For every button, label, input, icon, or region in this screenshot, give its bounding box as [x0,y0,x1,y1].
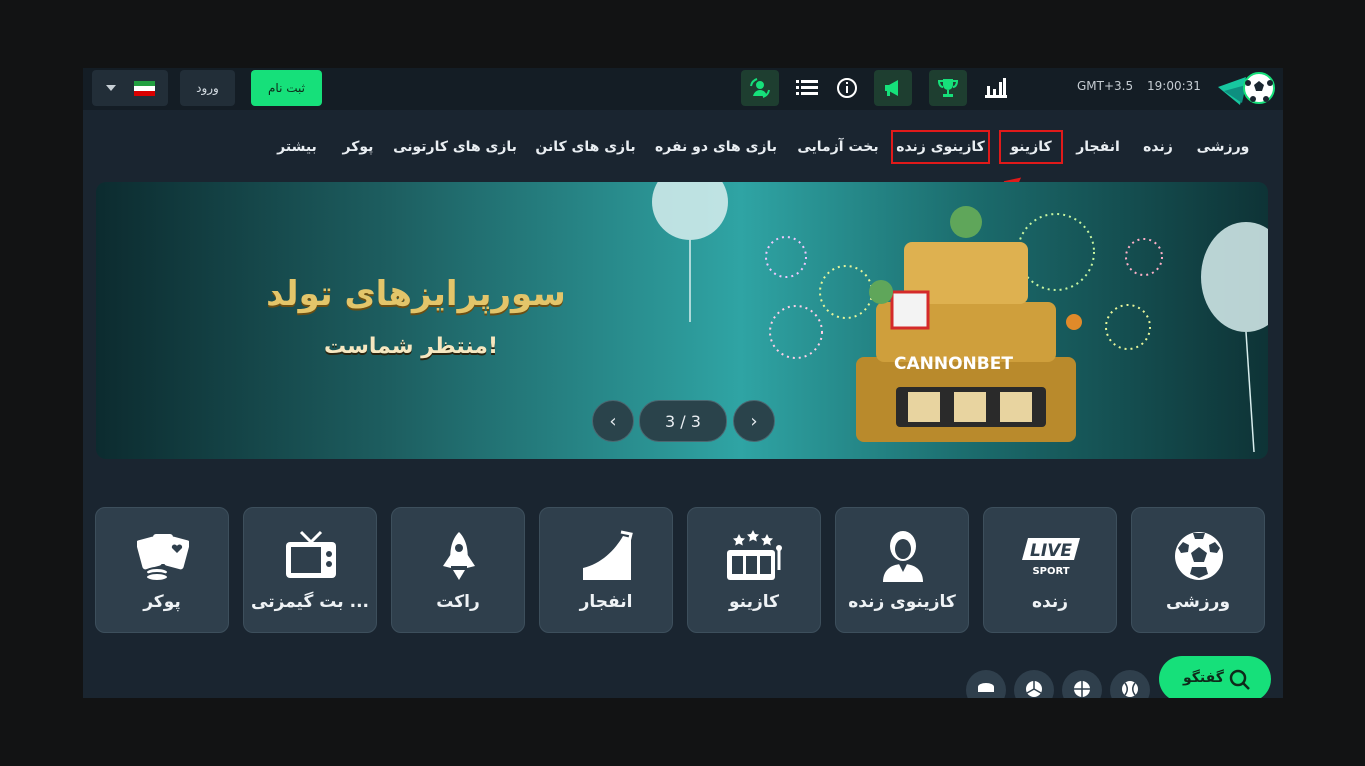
nav-item-cannon-games[interactable]: بازی های کانن [533,132,638,162]
tournaments-button[interactable] [929,70,967,106]
bar-chart-icon [985,78,1007,98]
app-window: ورود ثبت نام GMT+3.5 19:00:31 ورزشی زنده… [83,68,1283,698]
soccer-ball-icon [1175,532,1223,580]
category-rocket[interactable]: راکت [391,507,525,633]
megaphone-icon [885,80,898,96]
sport-shortcut-ice-hockey[interactable] [966,670,1006,698]
caret-down-icon [106,85,116,91]
banner-prev-button[interactable]: ‹ [592,400,634,442]
tv-icon [286,530,336,578]
category-label: بت گیمزتی ... [251,592,369,612]
trophy-icon [937,79,959,97]
category-poker[interactable]: پوکر [95,507,229,633]
category-label: زنده [1031,592,1069,612]
search-icon [1229,669,1250,690]
banner-subtitle: منتظر شماست! [324,334,498,359]
top-bar: ورود ثبت نام GMT+3.5 19:00:31 [83,68,1283,110]
list-icon [796,80,818,95]
site-logo[interactable] [1216,69,1278,109]
brand-logo: CANNONBET [894,354,1013,374]
banner-counter: 3 / 3 [639,400,727,442]
chat-button[interactable]: گفتگو [1159,656,1271,698]
live-sport-icon: LIVE SPORT [1022,538,1080,577]
basketball-icon [1074,681,1090,697]
puck-icon [978,683,994,692]
banner-title: سورپرایزهای تولد [266,274,566,314]
slot-machine-icon [727,530,782,580]
category-label: کازینوی زنده [848,592,956,612]
login-button[interactable]: ورود [180,70,235,106]
nav-item-two-player[interactable]: بازی های دو نفره [655,132,777,162]
iran-flag-icon [134,81,155,96]
category-live[interactable]: LIVE SPORT زنده [983,507,1117,633]
language-selector[interactable] [92,70,168,106]
nav-item-casino[interactable]: کازینو [999,130,1063,164]
category-label: راکت [436,592,480,612]
banner-next-button[interactable]: › [733,400,775,442]
chevron-right-icon: › [750,410,758,432]
clock: 19:00:31 [1147,79,1201,93]
category-crash[interactable]: انفجار [539,507,673,633]
volleyball-icon [1026,681,1042,697]
category-betgames-tv[interactable]: بت گیمزتی ... [243,507,377,633]
promotions-button[interactable] [874,70,912,106]
nav-item-lottery[interactable]: بخت آزمایی [793,132,883,162]
category-casino[interactable]: کازینو [687,507,821,633]
sport-shortcut-volleyball[interactable] [1014,670,1054,698]
chat-label: گفتگو [1183,670,1224,686]
nav-item-crash[interactable]: انفجار [1068,132,1128,162]
category-sports[interactable]: ورزشی [1131,507,1265,633]
nav-item-more[interactable]: بیشتر [272,132,322,162]
user-sync-icon [750,78,770,98]
chevron-left-icon: ‹ [609,410,617,432]
timezone-label: GMT+3.5 [1077,79,1134,93]
nav-item-cartoon-games[interactable]: بازی های کارتونی [393,132,517,162]
category-live-casino[interactable]: کازینوی زنده [835,507,969,633]
category-label: ورزشی [1165,592,1231,612]
register-button[interactable]: ثبت نام [251,70,322,106]
rocket-icon [443,532,475,580]
nav-item-poker[interactable]: پوکر [338,132,378,162]
nav-item-live[interactable]: زنده [1138,132,1178,162]
crash-graph-icon [583,530,633,580]
baseball-icon [1122,681,1138,697]
sport-text: SPORT [1032,566,1069,577]
info-button[interactable] [828,70,866,106]
dealer-icon [883,531,923,582]
live-text: LIVE [1030,541,1072,561]
menu-button[interactable] [788,70,826,106]
nav-item-sports[interactable]: ورزشی [1193,132,1253,162]
promo-banner[interactable]: سورپرایزهای تولد منتظر شماست! CANNONBET … [96,182,1268,459]
category-label: پوکر [143,592,181,612]
category-label: انفجار [579,592,633,612]
nav-item-live-casino[interactable]: کازینوی زنده [891,130,990,164]
poker-cards-icon [137,534,189,582]
sport-shortcut-basketball[interactable] [1062,670,1102,698]
statistics-button[interactable] [977,70,1015,106]
category-label: کازینو [728,592,780,612]
main-nav: ورزشی زنده انفجار کازینو کازینوی زنده بخ… [83,110,1283,182]
contact-switch-button[interactable] [741,70,779,106]
info-icon [837,78,857,98]
sport-shortcut-baseball[interactable] [1110,670,1150,698]
